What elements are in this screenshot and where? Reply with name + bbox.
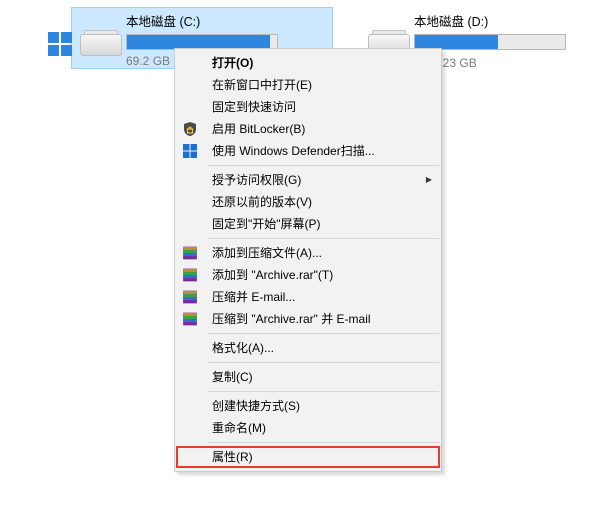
drive-c-label: 本地磁盘 (C:) <box>126 14 332 30</box>
menu-grant-access-label: 授予访问权限(G) <box>212 173 301 187</box>
menu-properties[interactable]: 属性(R) <box>176 446 440 468</box>
menu-open-new-window-label: 在新窗口中打开(E) <box>212 78 312 92</box>
menu-rar-add-named-label: 添加到 "Archive.rar"(T) <box>212 268 333 282</box>
menu-rename-label: 重命名(M) <box>212 421 266 435</box>
menu-create-shortcut-label: 创建快捷方式(S) <box>212 399 300 413</box>
windows-logo-icon <box>48 32 72 56</box>
menu-open-new-window[interactable]: 在新窗口中打开(E) <box>176 74 440 96</box>
winrar-icon <box>182 245 198 261</box>
menu-copy[interactable]: 复制(C) <box>176 366 440 388</box>
shield-icon <box>182 121 198 137</box>
drive-d-info: 本地磁盘 (D:) , 共 123 GB <box>414 8 602 71</box>
menu-open[interactable]: 打开(O) <box>176 52 440 74</box>
menu-separator <box>208 165 439 166</box>
menu-format-label: 格式化(A)... <box>212 341 274 355</box>
menu-separator <box>208 362 439 363</box>
menu-grant-access[interactable]: 授予访问权限(G) <box>176 169 440 191</box>
menu-restore-versions-label: 还原以前的版本(V) <box>212 195 312 209</box>
menu-separator <box>208 442 439 443</box>
menu-rar-compress-named-email[interactable]: 压缩到 "Archive.rar" 并 E-mail <box>176 308 440 330</box>
winrar-icon <box>182 311 198 327</box>
menu-restore-versions[interactable]: 还原以前的版本(V) <box>176 191 440 213</box>
menu-rename[interactable]: 重命名(M) <box>176 417 440 439</box>
menu-pin-start-label: 固定到"开始"屏幕(P) <box>212 217 321 231</box>
winrar-icon <box>182 267 198 283</box>
hdd-icon <box>78 16 122 60</box>
menu-rar-compress-email[interactable]: 压缩并 E-mail... <box>176 286 440 308</box>
drive-d-capacity-text: , 共 123 GB <box>414 54 602 71</box>
menu-format[interactable]: 格式化(A)... <box>176 337 440 359</box>
winrar-icon <box>182 289 198 305</box>
drive-context-menu: 打开(O) 在新窗口中打开(E) 固定到快速访问 启用 BitLocker(B) <box>174 48 442 472</box>
drive-d-label: 本地磁盘 (D:) <box>414 14 602 30</box>
menu-bitlocker[interactable]: 启用 BitLocker(B) <box>176 118 440 140</box>
menu-create-shortcut[interactable]: 创建快捷方式(S) <box>176 395 440 417</box>
menu-rar-add-archive[interactable]: 添加到压缩文件(A)... <box>176 242 440 264</box>
menu-properties-label: 属性(R) <box>212 450 253 464</box>
menu-pin-quick-access-label: 固定到快速访问 <box>212 100 296 114</box>
menu-bitlocker-label: 启用 BitLocker(B) <box>212 122 305 136</box>
menu-defender-scan-label: 使用 Windows Defender扫描... <box>212 144 375 158</box>
menu-separator <box>208 238 439 239</box>
menu-pin-quick-access[interactable]: 固定到快速访问 <box>176 96 440 118</box>
menu-rar-add-named[interactable]: 添加到 "Archive.rar"(T) <box>176 264 440 286</box>
menu-rar-compress-email-label: 压缩并 E-mail... <box>212 290 295 304</box>
menu-separator <box>208 333 439 334</box>
defender-shield-icon <box>182 143 198 159</box>
menu-rar-add-archive-label: 添加到压缩文件(A)... <box>212 246 322 260</box>
menu-separator <box>208 391 439 392</box>
menu-open-label: 打开(O) <box>212 56 253 70</box>
menu-pin-start[interactable]: 固定到"开始"屏幕(P) <box>176 213 440 235</box>
menu-rar-compress-named-email-label: 压缩到 "Archive.rar" 并 E-mail <box>212 312 371 326</box>
menu-copy-label: 复制(C) <box>212 370 253 384</box>
menu-defender-scan[interactable]: 使用 Windows Defender扫描... <box>176 140 440 162</box>
